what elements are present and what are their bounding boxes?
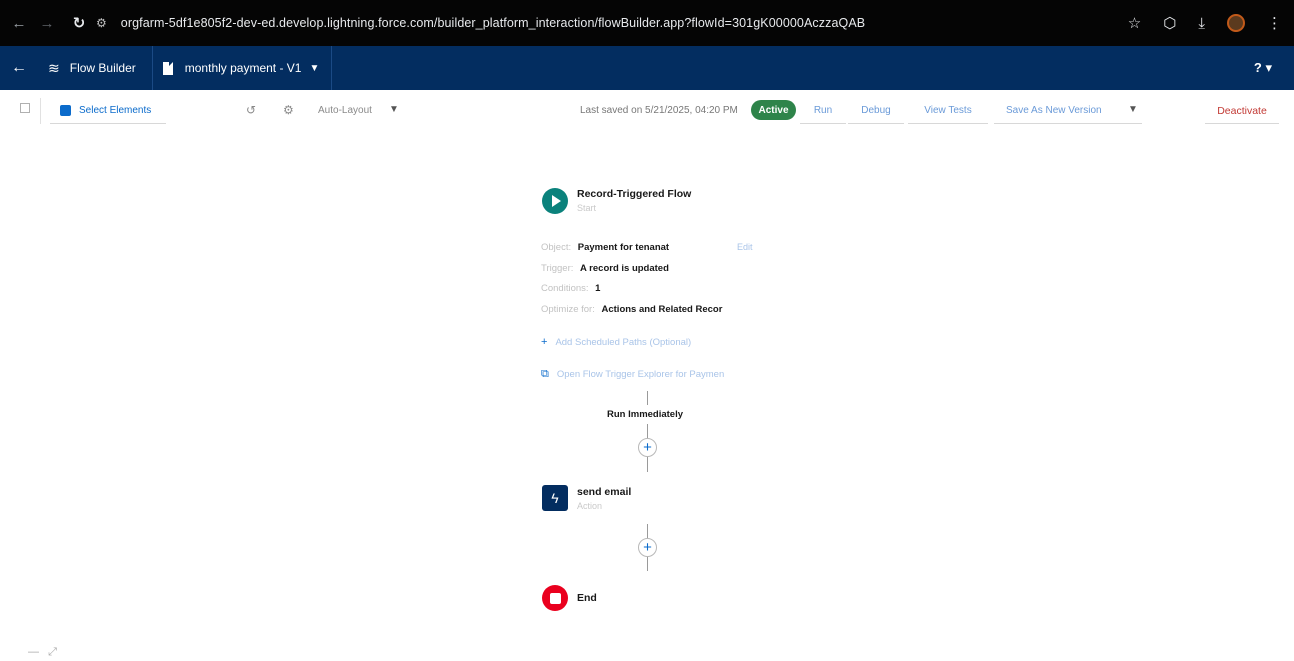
optimize-label: Optimize for:: [541, 304, 595, 315]
fit-view-icon[interactable]: ⤢: [48, 646, 57, 658]
document-icon: [162, 61, 173, 75]
select-elements-label: Select Elements: [79, 105, 152, 116]
save-options-chevron-down-icon[interactable]: ▼: [1128, 104, 1138, 115]
trigger-label: Trigger:: [541, 263, 574, 274]
save-as-new-version-button[interactable]: Save As New Version: [994, 98, 1142, 124]
play-icon: [552, 195, 561, 207]
flow-builder-icon: ≋: [48, 59, 60, 76]
edit-object-link[interactable]: Edit: [737, 242, 753, 252]
open-trigger-explorer-label: Open Flow Trigger Explorer for Paymen: [556, 369, 725, 380]
add-element-button[interactable]: +: [638, 538, 657, 557]
deactivate-button[interactable]: Deactivate: [1205, 98, 1279, 124]
flow-canvas: Record-Triggered Flow Start Object: Paym…: [0, 132, 1294, 661]
action-node-subtitle: Action: [577, 501, 603, 511]
bookmark-star-icon[interactable]: ☆: [1128, 14, 1141, 32]
conditions-value: 1: [595, 283, 601, 294]
end-node-icon[interactable]: [542, 585, 568, 611]
site-settings-icon[interactable]: ⚙: [96, 16, 107, 30]
forward-arrow-icon[interactable]: →: [36, 12, 58, 34]
help-icon: ?: [1253, 60, 1262, 75]
settings-gear-icon[interactable]: ⚙: [283, 103, 294, 117]
toggle-panel-icon[interactable]: [20, 103, 30, 113]
debug-button[interactable]: Debug: [848, 98, 904, 124]
trigger-value: A record is updated: [580, 263, 669, 274]
connector-line: [647, 391, 648, 405]
start-optimize-row: Optimize for: Actions and Related Recor: [541, 304, 722, 315]
reload-icon[interactable]: ↻: [68, 12, 90, 34]
browser-toolbar: ← → ↻ ⚙ orgfarm-5df1e805f2-dev-ed.develo…: [0, 0, 1294, 46]
conditions-label: Conditions:: [541, 283, 589, 294]
undo-icon[interactable]: ↺: [246, 103, 256, 117]
canvas-toolbar: Select Elements ↺ ⚙ Auto-Layout ▼ Last s…: [0, 90, 1294, 132]
object-value: Payment for tenanat: [577, 242, 670, 253]
external-link-icon: ⧉: [541, 368, 549, 380]
end-node-title: End: [577, 592, 597, 604]
flow-name[interactable]: monthly payment - V1: [185, 61, 302, 75]
header-back-arrow-icon[interactable]: ←: [0, 59, 38, 77]
help-menu[interactable]: ? ▾: [1254, 60, 1272, 76]
start-object-row: Object: Payment for tenanat: [541, 242, 669, 253]
start-node-icon[interactable]: [542, 188, 568, 214]
start-node-title[interactable]: Record-Triggered Flow: [577, 188, 691, 200]
extensions-icon[interactable]: ⬡: [1163, 14, 1176, 32]
add-scheduled-paths-link[interactable]: + Add Scheduled Paths (Optional): [541, 336, 691, 348]
flow-name-chevron-down-icon[interactable]: ▼: [309, 63, 319, 74]
status-badge: Active: [751, 100, 796, 120]
select-elements-icon: [60, 105, 71, 116]
zoom-out-icon[interactable]: —: [28, 646, 39, 658]
last-saved-text: Last saved on 5/21/2025, 04:20 PM: [580, 105, 738, 116]
start-node-subtitle: Start: [577, 203, 597, 213]
start-conditions-row: Conditions: 1: [541, 283, 600, 294]
action-node-title[interactable]: send email: [577, 486, 631, 498]
add-scheduled-paths-label: Add Scheduled Paths (Optional): [555, 337, 692, 348]
address-bar[interactable]: orgfarm-5df1e805f2-dev-ed.develop.lightn…: [121, 16, 865, 30]
layout-select[interactable]: Auto-Layout: [318, 105, 372, 116]
run-button[interactable]: Run: [800, 98, 846, 124]
object-label: Object:: [541, 242, 572, 253]
toolbar-divider: [40, 98, 41, 124]
zoom-controls[interactable]: — ⤢: [28, 646, 57, 659]
start-trigger-row: Trigger: A record is updated: [541, 263, 669, 274]
flow-builder-header: ← ≋ Flow Builder monthly payment - V1 ▼ …: [0, 46, 1294, 90]
header-divider: [151, 46, 153, 90]
header-divider-2: [331, 46, 333, 90]
app-name: Flow Builder: [69, 61, 136, 75]
path-label: Run Immediately: [607, 409, 684, 420]
download-icon[interactable]: ⤓: [1198, 15, 1205, 32]
add-element-button[interactable]: +: [638, 438, 657, 457]
layout-chevron-down-icon[interactable]: ▼: [389, 104, 399, 115]
lightning-bolt-icon: ϟ: [551, 490, 559, 506]
plus-icon: +: [541, 336, 548, 348]
browser-menu-icon[interactable]: ⋮: [1267, 14, 1282, 32]
action-node-icon[interactable]: ϟ: [542, 485, 568, 511]
stop-icon: [549, 592, 561, 604]
select-elements-button[interactable]: Select Elements: [50, 98, 166, 124]
optimize-value: Actions and Related Recor: [601, 304, 723, 315]
back-arrow-icon[interactable]: ←: [8, 12, 30, 34]
view-tests-button[interactable]: View Tests: [908, 98, 988, 124]
open-trigger-explorer-link[interactable]: ⧉ Open Flow Trigger Explorer for Paymen: [541, 368, 724, 381]
profile-avatar[interactable]: [1227, 14, 1245, 32]
